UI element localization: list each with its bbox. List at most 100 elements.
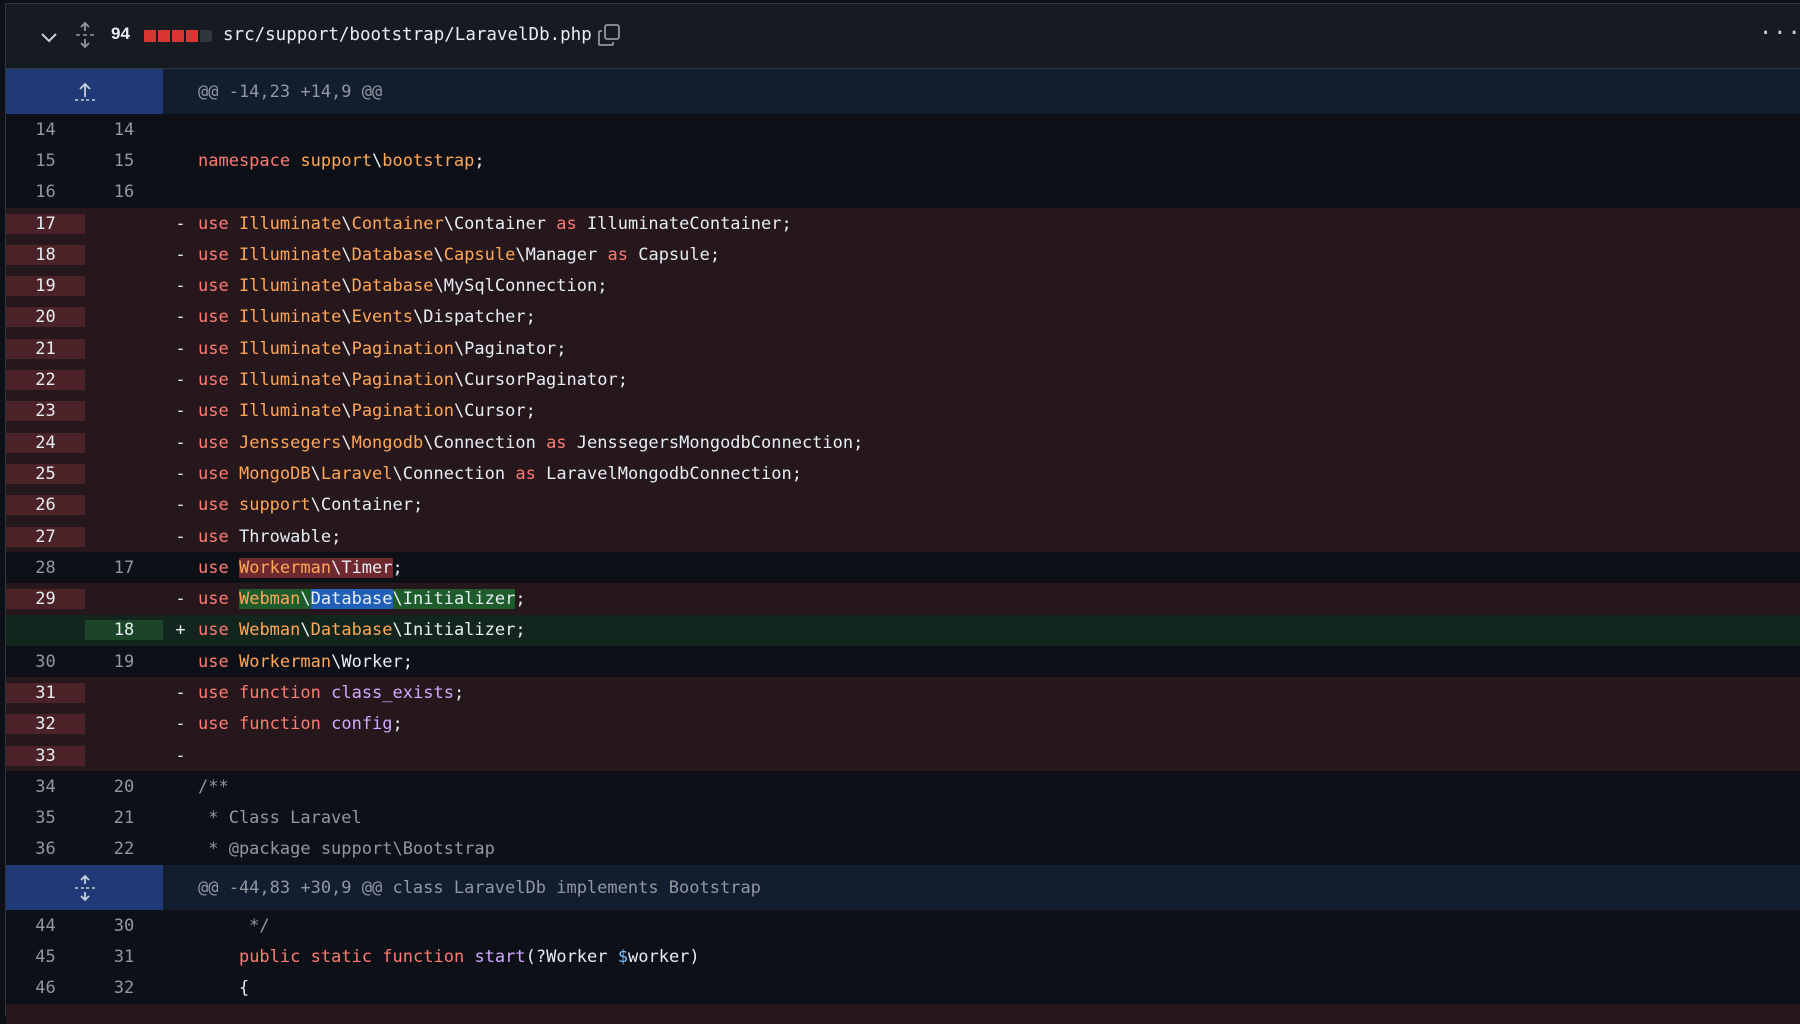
old-line-number[interactable]: 45 [6, 947, 85, 967]
chevron-down-icon[interactable] [38, 26, 60, 48]
code-text: /** [198, 776, 229, 797]
expand-up-icon[interactable] [6, 69, 163, 114]
diff-sign [163, 947, 198, 967]
old-line-number[interactable]: 22 [6, 370, 85, 391]
old-line-number[interactable]: 19 [6, 276, 85, 297]
old-line-number[interactable]: 46 [6, 978, 85, 998]
diff-sign [163, 978, 198, 998]
diff-line-add: 18 + use Webman\Database\Initializer; [6, 614, 1800, 647]
changes-count: 94 [111, 24, 130, 43]
old-line-number[interactable]: 25 [6, 463, 85, 484]
diff-table: @@ -14,23 +14,9 @@ 14 14 15 15 namespace su… [6, 69, 1800, 1024]
new-line-number[interactable]: 21 [85, 808, 163, 828]
file-header: 94 src/support/bootstrap/LaravelDb.php ·… [6, 4, 1800, 69]
old-line-number[interactable]: 30 [6, 652, 85, 672]
new-line-number[interactable]: 17 [85, 558, 163, 578]
code-text: public static function start(?Worker $wo… [238, 947, 700, 968]
code-text: { [198, 978, 250, 999]
kebab-horizontal-icon[interactable]: ··· [1759, 23, 1800, 46]
diff-sign: - [175, 401, 186, 422]
diff-line-ctx: 45 31 public static function start(?Worke… [6, 941, 1800, 973]
old-line-number[interactable]: 35 [6, 808, 85, 828]
diff-sign: - [175, 307, 186, 328]
old-line-number[interactable]: 29 [6, 589, 85, 610]
old-line-number[interactable]: 31 [6, 682, 85, 703]
diff-sign: - [175, 244, 186, 265]
diff-file-view: 94 src/support/bootstrap/LaravelDb.php ·… [5, 3, 1800, 1024]
diff-line-del: 26 - use support\Container; [6, 489, 1800, 521]
diff-line-del: 21 - use Illuminate\Pagination\Paginator; [6, 333, 1800, 365]
old-line-number[interactable]: 14 [6, 120, 85, 140]
diff-line-del: 19 - use Illuminate\Database\MySqlConnecti… [6, 270, 1800, 302]
old-line-number[interactable]: 44 [6, 916, 85, 936]
new-line-number[interactable]: 16 [85, 182, 163, 202]
new-line-number[interactable]: 14 [85, 120, 163, 140]
old-line-number[interactable]: 21 [6, 338, 85, 359]
code-text: use Illuminate\Pagination\CursorPaginato… [198, 370, 628, 391]
diff-sign: - [175, 745, 186, 766]
diffstat-block [144, 30, 156, 42]
code-text: use Webman\Database\Initializer; [198, 620, 526, 641]
old-line-number[interactable]: 15 [6, 151, 85, 171]
old-line-number[interactable]: 36 [6, 839, 85, 859]
file-path-link[interactable]: src/support/bootstrap/LaravelDb.php [223, 25, 592, 45]
expand-both-icon[interactable] [6, 865, 163, 911]
code-text: use support\Container; [198, 495, 424, 516]
diff-sign: - [175, 463, 186, 484]
diff-line-del: 32 - use function config; [6, 708, 1800, 740]
diff-sign [163, 777, 198, 797]
old-line-number[interactable]: 27 [6, 526, 85, 547]
diff-line-del: 25 - use MongoDB\Laravel\Connection as Lar… [6, 458, 1800, 490]
code-text: use Webman\Database\Initializer; [198, 589, 526, 610]
diff-sign: - [175, 495, 186, 516]
code-text: use Throwable; [198, 526, 342, 547]
diff-line-ctx: 28 17 use Workerman\Timer; [6, 552, 1800, 584]
code-text: use Jenssegers\Mongodb\Connection as Jen… [198, 432, 864, 453]
diff-sign: - [175, 276, 186, 297]
old-line-number[interactable]: 23 [6, 401, 85, 422]
diffstat-block [172, 30, 184, 42]
old-line-number[interactable]: 18 [6, 244, 85, 265]
diffstat-block [186, 30, 198, 42]
unfold-icon[interactable] [74, 22, 96, 48]
old-line-number[interactable]: 33 [6, 745, 85, 766]
diff-line-del: 23 - use Illuminate\Pagination\Cursor; [6, 395, 1800, 427]
old-line-number[interactable]: 17 [6, 213, 85, 234]
new-line-number[interactable]: 18 [85, 620, 163, 641]
new-line-number[interactable]: 22 [85, 839, 163, 859]
old-line-number[interactable]: 24 [6, 432, 85, 453]
diff-line-ctx: 44 30 */ [6, 910, 1800, 942]
old-line-number[interactable]: 20 [6, 307, 85, 328]
old-line-number[interactable]: 32 [6, 714, 85, 735]
new-line-number[interactable]: 32 [85, 978, 163, 998]
code-text: use Illuminate\Container\Container as Il… [198, 213, 792, 234]
new-line-number[interactable]: 19 [85, 652, 163, 672]
diff-sign [163, 120, 198, 140]
diff-sign [163, 839, 198, 859]
hunk-header: @@ -14,23 +14,9 @@ [6, 69, 1800, 114]
code-text: use function class_exists; [198, 682, 465, 703]
old-line-number[interactable]: 34 [6, 777, 85, 797]
code-text: use Workerman\Timer; [198, 557, 403, 578]
diff-line-del: 27 - use Throwable; [6, 520, 1800, 553]
diff-sign [163, 182, 198, 202]
new-line-number[interactable]: 31 [85, 947, 163, 967]
code-text: use Illuminate\Database\Capsule\Manager … [198, 244, 721, 265]
old-line-number[interactable]: 16 [6, 182, 85, 202]
old-line-number[interactable]: 26 [6, 495, 85, 516]
diff-sign: - [175, 432, 186, 453]
new-line-number[interactable]: 15 [85, 151, 163, 171]
new-line-number[interactable]: 30 [85, 916, 163, 936]
diff-line-del: 18 - use Illuminate\Database\Capsule\Manag… [6, 239, 1800, 271]
copy-icon[interactable] [596, 22, 622, 48]
new-line-number[interactable]: 20 [85, 777, 163, 797]
diff-line-del: 17 - use Illuminate\Container\Container as… [6, 207, 1800, 240]
diff-line-ctx: 35 21 * Class Laravel [6, 802, 1800, 834]
code-text: use MongoDB\Laravel\Connection as Larave… [198, 463, 802, 484]
diffstat-block [200, 30, 212, 42]
old-line-number[interactable]: 28 [6, 558, 85, 578]
diff-line-ctx: 30 19 use Workerman\Worker; [6, 646, 1800, 678]
diff-line-del: 29 - use Webman\Database\Initializer; [6, 583, 1800, 615]
diff-sign: - [175, 213, 186, 234]
diff-line-del: 33 - [6, 739, 1800, 772]
